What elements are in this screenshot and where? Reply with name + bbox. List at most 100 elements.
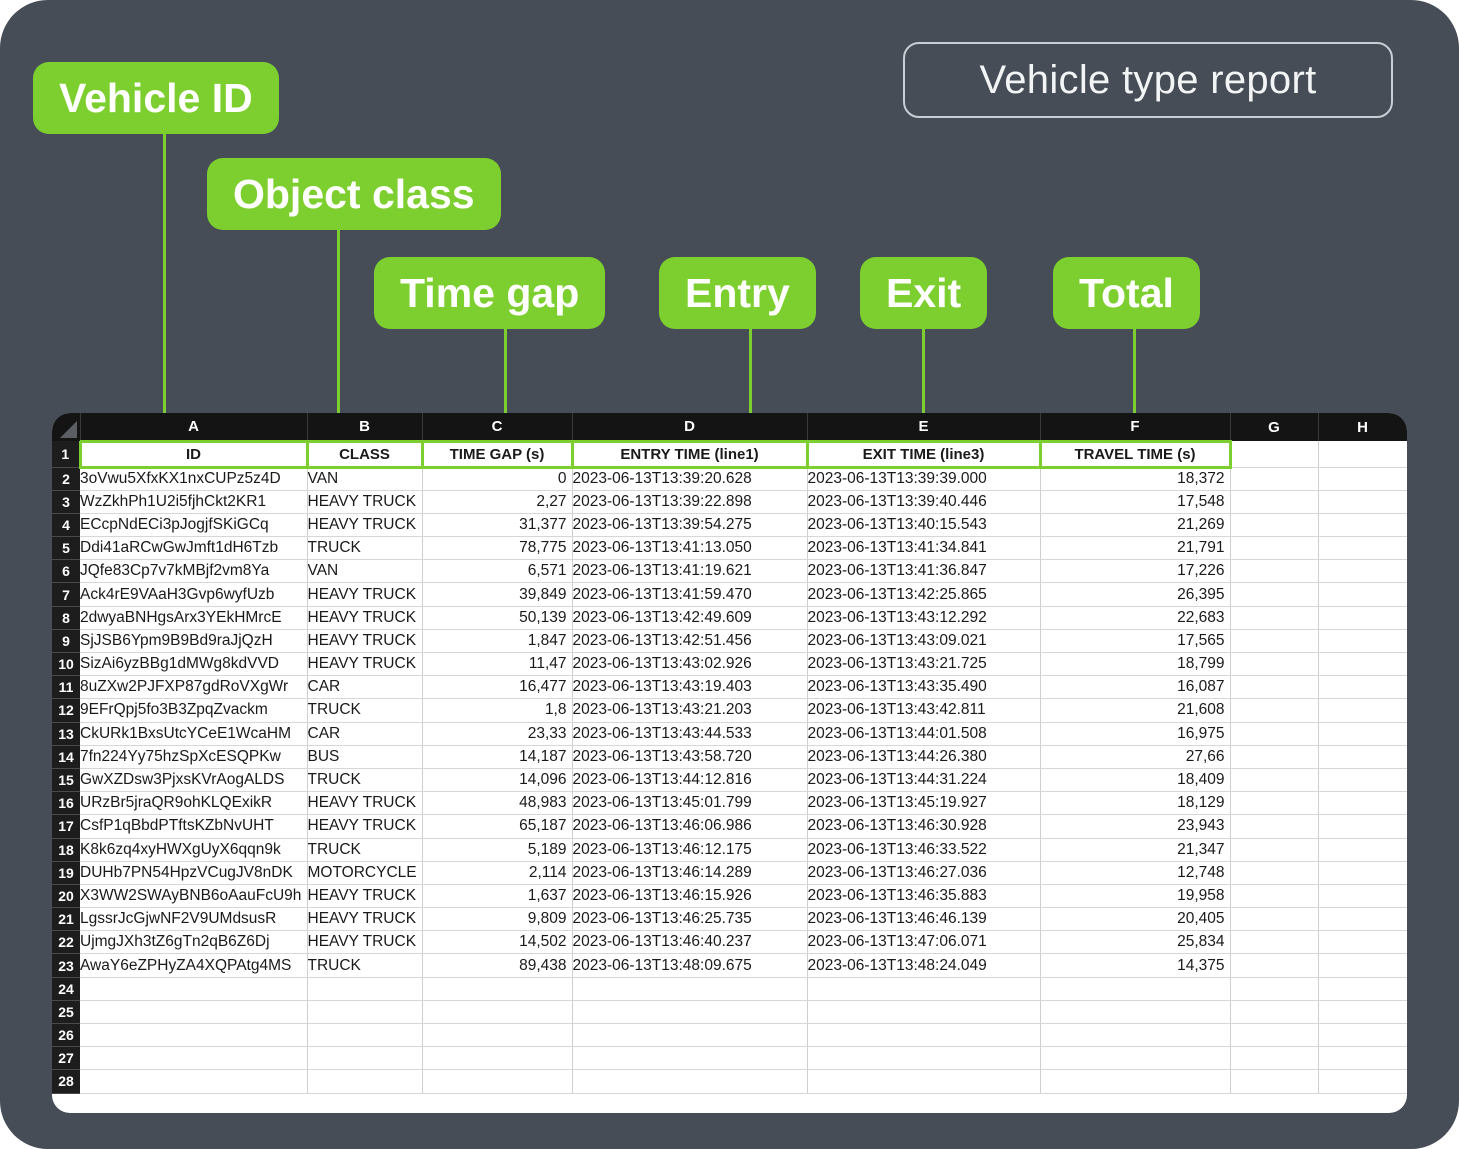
table-cell[interactable]: 16,477 — [422, 675, 573, 700]
row-number[interactable]: 27 — [52, 1046, 80, 1071]
table-cell[interactable]: GwXZDsw3PjxsKVrAogALDS — [80, 768, 308, 793]
empty-cell[interactable] — [1318, 675, 1407, 700]
table-cell[interactable]: 48,983 — [422, 791, 573, 816]
table-cell[interactable]: X3WW2SWAyBNB6oAauFcU9h — [80, 884, 308, 909]
empty-cell[interactable] — [1318, 698, 1407, 723]
table-cell[interactable]: 2,114 — [422, 861, 573, 885]
column-header-cell[interactable]: CLASS — [305, 439, 424, 469]
empty-cell[interactable] — [572, 977, 808, 1001]
row-number[interactable]: 18 — [52, 838, 80, 862]
row-number[interactable]: 5 — [52, 536, 80, 561]
table-cell[interactable]: CkURk1BxsUtcYCeE1WcaHM — [80, 722, 308, 746]
table-cell[interactable]: LgssrJcGjwNF2V9UMdsusR — [80, 907, 308, 932]
spreadsheet[interactable]: ABCDEFGH 1 ID CLASS TIME GAP (s) ENTRY TIME … — [52, 413, 1407, 1113]
table-cell[interactable]: 2023-06-13T13:41:59.470 — [572, 582, 808, 607]
table-cell[interactable]: 11,47 — [422, 652, 573, 677]
empty-cell[interactable] — [1230, 675, 1319, 700]
empty-cell[interactable] — [307, 1023, 423, 1048]
row-number[interactable]: 10 — [52, 652, 80, 677]
table-cell[interactable]: 31,377 — [422, 513, 573, 538]
table-cell[interactable]: 2023-06-13T13:47:06.071 — [807, 930, 1041, 955]
table-cell[interactable]: 2023-06-13T13:44:31.224 — [807, 768, 1041, 793]
table-cell[interactable]: HEAVY TRUCK — [307, 513, 423, 538]
column-letter-d[interactable]: D — [572, 413, 808, 441]
row-number[interactable]: 15 — [52, 768, 80, 793]
empty-cell[interactable] — [572, 1069, 808, 1094]
empty-cell[interactable] — [1230, 791, 1319, 816]
empty-cell[interactable] — [1040, 1069, 1231, 1094]
empty-cell[interactable] — [807, 977, 1041, 1001]
table-cell[interactable]: VAN — [307, 467, 423, 491]
row-number[interactable]: 2 — [52, 467, 80, 491]
empty-cell[interactable] — [1230, 582, 1319, 607]
table-cell[interactable]: 21,608 — [1040, 698, 1231, 723]
empty-cell[interactable] — [1230, 606, 1319, 630]
table-cell[interactable]: 2023-06-13T13:43:58.720 — [572, 745, 808, 769]
table-cell[interactable]: 2023-06-13T13:43:12.292 — [807, 606, 1041, 630]
table-cell[interactable]: 2023-06-13T13:43:19.403 — [572, 675, 808, 700]
column-letter-f[interactable]: F — [1040, 413, 1231, 441]
column-header-cell[interactable]: ENTRY TIME (line1) — [570, 439, 809, 469]
empty-cell[interactable] — [1040, 1046, 1231, 1071]
empty-cell[interactable] — [1318, 907, 1407, 932]
empty-cell[interactable] — [80, 1069, 308, 1094]
table-cell[interactable]: 2023-06-13T13:42:25.865 — [807, 582, 1041, 607]
table-cell[interactable]: 2023-06-13T13:43:35.490 — [807, 675, 1041, 700]
table-cell[interactable]: JQfe83Cp7v7kMBjf2vm8Ya — [80, 559, 308, 584]
table-cell[interactable]: 2023-06-13T13:46:14.289 — [572, 861, 808, 885]
table-cell[interactable]: 1,847 — [422, 629, 573, 654]
table-cell[interactable]: 2,27 — [422, 490, 573, 514]
table-cell[interactable]: 2023-06-13T13:46:27.036 — [807, 861, 1041, 885]
table-cell[interactable]: 2023-06-13T13:43:21.725 — [807, 652, 1041, 677]
table-cell[interactable]: 17,548 — [1040, 490, 1231, 514]
table-cell[interactable]: 2023-06-13T13:42:51.456 — [572, 629, 808, 654]
table-cell[interactable]: CAR — [307, 675, 423, 700]
empty-cell[interactable] — [1040, 1000, 1231, 1025]
table-cell[interactable]: Ack4rE9VAaH3Gvp6wyfUzb — [80, 582, 308, 607]
table-cell[interactable]: 2023-06-13T13:46:33.522 — [807, 838, 1041, 862]
row-number[interactable]: 23 — [52, 953, 80, 978]
empty-cell[interactable] — [1318, 745, 1407, 769]
table-cell[interactable]: 2023-06-13T13:41:36.847 — [807, 559, 1041, 584]
column-letter-c[interactable]: C — [422, 413, 573, 441]
table-cell[interactable]: 2023-06-13T13:43:44.533 — [572, 722, 808, 746]
table-cell[interactable]: 2023-06-13T13:46:40.237 — [572, 930, 808, 955]
column-letter-e[interactable]: E — [807, 413, 1041, 441]
table-cell[interactable]: URzBr5jraQR9ohKLQExikR — [80, 791, 308, 816]
table-cell[interactable]: 7fn224Yy75hzSpXcESQPKw — [80, 745, 308, 769]
empty-cell[interactable] — [1318, 467, 1407, 491]
table-cell[interactable]: 2023-06-13T13:48:24.049 — [807, 953, 1041, 978]
table-cell[interactable]: HEAVY TRUCK — [307, 629, 423, 654]
empty-cell[interactable] — [1318, 838, 1407, 862]
table-cell[interactable]: HEAVY TRUCK — [307, 814, 423, 839]
table-cell[interactable]: 12,748 — [1040, 861, 1231, 885]
table-cell[interactable]: 17,226 — [1040, 559, 1231, 584]
empty-cell[interactable] — [1230, 698, 1319, 723]
table-cell[interactable]: HEAVY TRUCK — [307, 582, 423, 607]
table-cell[interactable]: 2023-06-13T13:39:39.000 — [807, 467, 1041, 491]
table-cell[interactable]: 2023-06-13T13:46:15.926 — [572, 884, 808, 909]
empty-cell[interactable] — [1318, 1023, 1407, 1048]
empty-cell[interactable] — [307, 1069, 423, 1094]
table-cell[interactable]: 23,943 — [1040, 814, 1231, 839]
empty-cell[interactable] — [1318, 490, 1407, 514]
row-number[interactable]: 6 — [52, 559, 80, 584]
table-cell[interactable]: 2023-06-13T13:44:26.380 — [807, 745, 1041, 769]
empty-cell[interactable] — [1318, 977, 1407, 1001]
table-cell[interactable]: 65,187 — [422, 814, 573, 839]
table-cell[interactable]: 17,565 — [1040, 629, 1231, 654]
table-cell[interactable]: 9EFrQpj5fo3B3ZpqZvackm — [80, 698, 308, 723]
table-cell[interactable]: 2023-06-13T13:46:46.139 — [807, 907, 1041, 932]
row-number[interactable]: 16 — [52, 791, 80, 816]
table-cell[interactable]: HEAVY TRUCK — [307, 791, 423, 816]
empty-cell[interactable] — [1230, 977, 1319, 1001]
table-cell[interactable]: HEAVY TRUCK — [307, 907, 423, 932]
column-header-cell[interactable]: EXIT TIME (line3) — [805, 439, 1042, 469]
table-cell[interactable]: HEAVY TRUCK — [307, 652, 423, 677]
table-cell[interactable]: DUHb7PN54HpzVCugJV8nDK — [80, 861, 308, 885]
table-cell[interactable]: 19,958 — [1040, 884, 1231, 909]
empty-cell[interactable] — [1230, 953, 1319, 978]
table-cell[interactable]: SizAi6yzBBg1dMWg8kdVVD — [80, 652, 308, 677]
table-cell[interactable]: 2023-06-13T13:48:09.675 — [572, 953, 808, 978]
table-cell[interactable]: 2023-06-13T13:45:19.927 — [807, 791, 1041, 816]
